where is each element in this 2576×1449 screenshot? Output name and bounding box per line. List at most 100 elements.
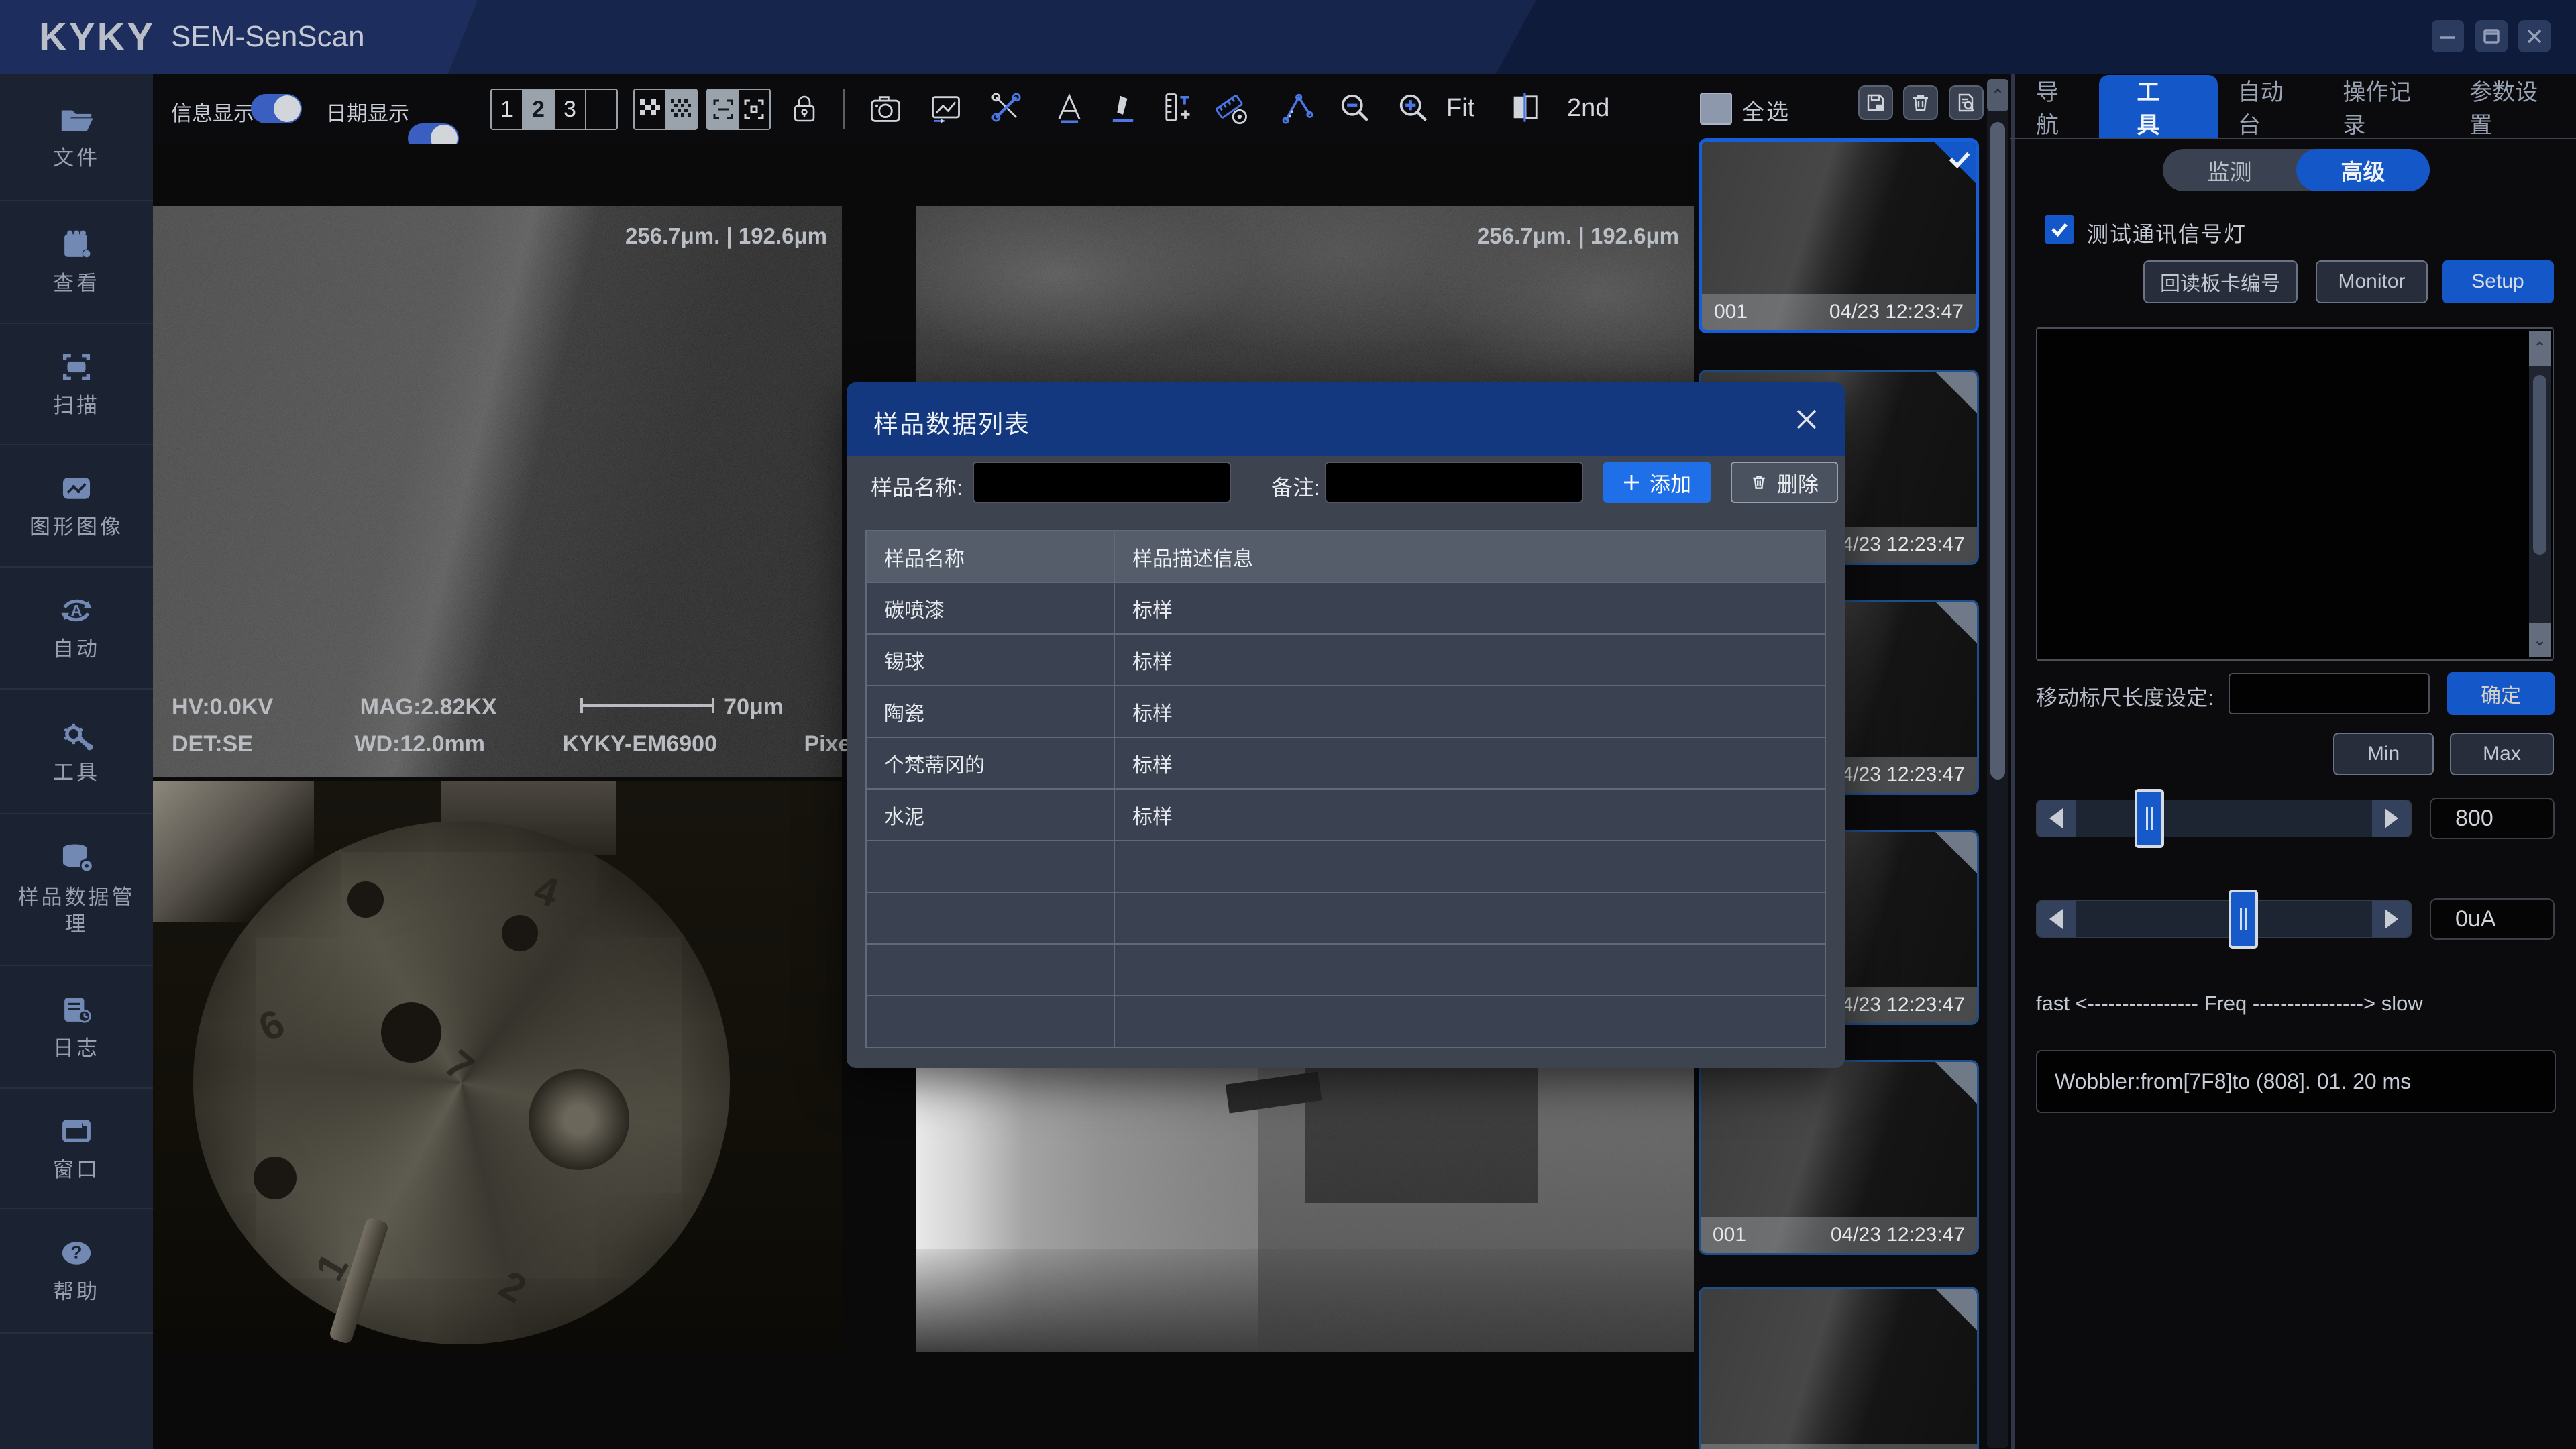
tab-tools[interactable]: 工具 xyxy=(2099,75,2217,138)
select-all-checkbox[interactable] xyxy=(1700,93,1732,125)
chamber-camera-image[interactable]: 47612 xyxy=(153,781,842,1352)
sidebar-item-sample-data[interactable]: 样品数据管理 xyxy=(0,814,153,966)
setup-button[interactable]: Setup xyxy=(2442,260,2554,303)
scrollbar-thumb[interactable] xyxy=(1990,122,2005,780)
zoom-out-icon[interactable] xyxy=(1337,90,1372,125)
ruler-text-icon[interactable] xyxy=(1159,90,1194,125)
frame-line-button[interactable] xyxy=(708,90,739,129)
sidebar-item-scan[interactable]: 扫描 xyxy=(0,324,153,445)
thumbnail[interactable] xyxy=(1699,1287,1979,1449)
scroll-up-icon[interactable]: ⌃ xyxy=(1987,79,2008,111)
table-row[interactable] xyxy=(866,944,1825,996)
slider-right-arrow[interactable] xyxy=(2372,800,2411,837)
view-button-2[interactable]: 2 xyxy=(523,90,555,129)
sidebar-item-window[interactable]: 窗口 xyxy=(0,1089,153,1209)
sidebar-item-tools[interactable]: 工具 xyxy=(0,690,153,814)
mag-value-box[interactable]: 800 xyxy=(2430,798,2555,839)
current-slider[interactable] xyxy=(2036,900,2412,938)
save-images-button[interactable] xyxy=(1858,85,1893,120)
mag-slider[interactable] xyxy=(2036,800,2412,837)
mode-advanced[interactable]: 高级 xyxy=(2296,149,2430,191)
view-button-3[interactable]: 3 xyxy=(555,90,586,129)
ruler-length-input[interactable] xyxy=(2229,673,2430,714)
scroll-down-icon[interactable]: ⌄ xyxy=(2529,623,2551,657)
add-sample-button[interactable]: 添加 xyxy=(1603,462,1711,503)
table-row[interactable]: 陶瓷标样 xyxy=(866,686,1825,737)
table-row[interactable]: 个梵蒂冈的标样 xyxy=(866,737,1825,789)
min-button[interactable]: Min xyxy=(2333,733,2434,775)
protractor-icon[interactable] xyxy=(1213,90,1250,125)
thumbnail-select-corner[interactable] xyxy=(1935,602,1977,643)
display-scrollbar[interactable]: ⌃ ⌄ xyxy=(2529,331,2551,657)
checker-light-button[interactable] xyxy=(635,90,665,129)
thumbnail-select-corner[interactable] xyxy=(1935,1289,1977,1330)
sample-name-input[interactable] xyxy=(973,462,1231,503)
checker-dense-button[interactable] xyxy=(665,90,696,129)
table-row[interactable] xyxy=(866,841,1825,892)
table-row[interactable]: 碳喷漆标样 xyxy=(866,582,1825,634)
thumbnail[interactable]: 001 04/23 12:23:47 xyxy=(1699,1060,1979,1255)
slider-thumb[interactable] xyxy=(2229,890,2258,949)
confirm-button[interactable]: 确定 xyxy=(2447,672,2555,715)
table-row[interactable] xyxy=(866,892,1825,944)
camera-icon[interactable] xyxy=(868,91,903,126)
minimize-button[interactable] xyxy=(2432,20,2464,52)
test-signal-checkbox[interactable] xyxy=(2045,215,2074,244)
max-button[interactable]: Max xyxy=(2450,733,2554,775)
angle-measure-icon[interactable] xyxy=(1280,90,1315,125)
table-row[interactable]: 水泥标样 xyxy=(866,789,1825,841)
scroll-up-icon[interactable]: ⌃ xyxy=(2529,331,2551,366)
mode-toggle[interactable]: 监测 高级 xyxy=(2163,149,2430,191)
repair-tools-icon[interactable] xyxy=(989,90,1024,125)
pen-icon[interactable] xyxy=(1106,90,1140,125)
monitor-button[interactable]: Monitor xyxy=(2316,260,2428,303)
table-row[interactable] xyxy=(866,996,1825,1047)
close-button[interactable] xyxy=(2518,20,2551,52)
gallery-scrollbar[interactable]: ⌃ xyxy=(1987,79,2008,1448)
slider-right-arrow[interactable] xyxy=(2372,901,2411,937)
sidebar-item-files[interactable]: 文件 xyxy=(0,74,153,201)
info-display-toggle[interactable] xyxy=(251,94,302,123)
preview-images-button[interactable] xyxy=(1949,85,1984,120)
slider-thumb[interactable] xyxy=(2135,789,2164,848)
tab-operation-log[interactable]: 操作记录 xyxy=(2322,75,2449,138)
split-view-icon[interactable] xyxy=(1508,90,1543,125)
frame-dot-button[interactable] xyxy=(739,90,769,129)
sidebar-item-help[interactable]: ? 帮助 xyxy=(0,1209,153,1334)
tab-auto-stage[interactable]: 自动台 xyxy=(2218,75,2323,138)
sem-image-1[interactable]: 256.7μm. | 192.6μm xyxy=(153,206,842,777)
sidebar-item-view[interactable]: 查看 xyxy=(0,201,153,324)
fit-button[interactable]: Fit xyxy=(1446,94,1474,123)
dialog-header[interactable]: 样品数据列表 xyxy=(847,382,1845,456)
second-button[interactable]: 2nd xyxy=(1567,94,1609,123)
view-button-1[interactable]: 1 xyxy=(492,90,523,129)
tab-parameter-settings[interactable]: 参数设置 xyxy=(2449,75,2576,138)
lock-icon[interactable] xyxy=(789,91,820,126)
table-cell: 个梵蒂冈的 xyxy=(866,737,1114,789)
thumbnail-select-corner[interactable] xyxy=(1935,1062,1977,1104)
image-adjust-icon[interactable] xyxy=(928,91,963,126)
slider-left-arrow[interactable] xyxy=(2037,901,2076,937)
tab-navigation[interactable]: 导航 xyxy=(2016,75,2099,138)
delete-images-button[interactable] xyxy=(1903,85,1938,120)
zoom-in-icon[interactable] xyxy=(1395,90,1430,125)
view-button-blank[interactable] xyxy=(586,90,616,129)
maximize-button[interactable] xyxy=(2475,20,2508,52)
sidebar-item-auto[interactable]: A 自动 xyxy=(0,568,153,690)
thumbnail-select-corner[interactable] xyxy=(1935,372,1977,413)
note-input[interactable] xyxy=(1325,462,1583,503)
sidebar-item-log[interactable]: 日志 xyxy=(0,966,153,1089)
readback-button[interactable]: 回读板卡编号 xyxy=(2143,260,2298,303)
table-row[interactable]: 锡球标样 xyxy=(866,634,1825,686)
slider-left-arrow[interactable] xyxy=(2037,800,2076,837)
mode-monitor[interactable]: 监测 xyxy=(2163,149,2296,191)
thumbnail-select-corner[interactable] xyxy=(1935,832,1977,873)
delete-sample-button[interactable]: 删除 xyxy=(1731,462,1838,503)
dialog-close-button[interactable] xyxy=(1791,404,1822,435)
scale-bar xyxy=(580,704,714,707)
thumbnail[interactable]: 001 04/23 12:23:47 xyxy=(1699,138,1979,333)
sidebar-item-graphics[interactable]: 图形图像 xyxy=(0,445,153,568)
scrollbar-thumb[interactable] xyxy=(2533,375,2546,555)
text-annotation-icon[interactable] xyxy=(1052,90,1087,125)
current-value-box[interactable]: 0uA xyxy=(2430,898,2555,940)
